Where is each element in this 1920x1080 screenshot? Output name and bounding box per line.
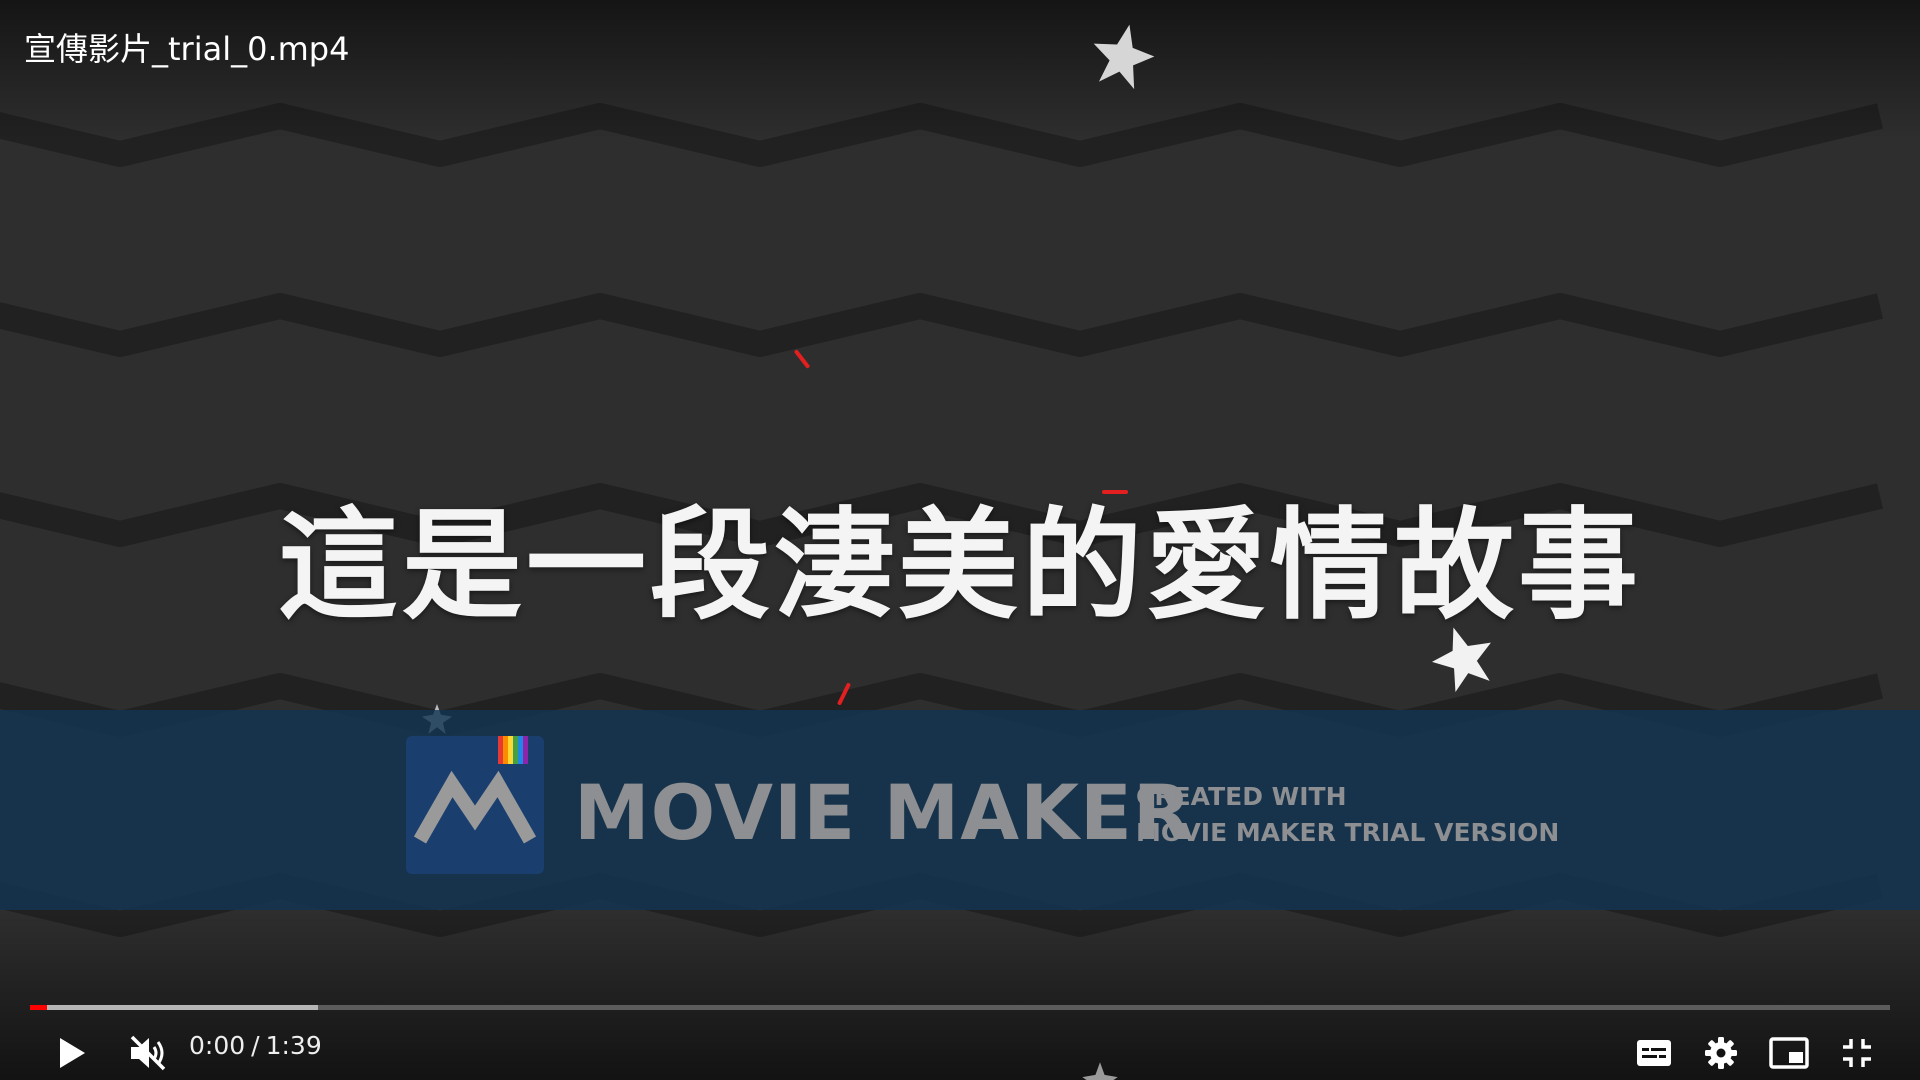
miniplayer-button[interactable] — [1762, 1026, 1816, 1080]
video-title: 宣傳影片_trial_0.mp4 — [24, 30, 350, 68]
progress-buffered — [30, 1005, 319, 1010]
logo-color-stripes — [498, 736, 528, 764]
exit-fullscreen-button[interactable] — [1830, 1026, 1884, 1080]
play-icon — [60, 1038, 85, 1068]
settings-icon — [1705, 1037, 1737, 1069]
watermark-brand: MOVIE MAKER — [574, 768, 1193, 857]
mute-button[interactable] — [121, 1026, 175, 1080]
settings-button[interactable] — [1694, 1026, 1748, 1080]
current-time: 0:00 — [189, 1031, 246, 1060]
mute-icon — [130, 1035, 166, 1071]
miniplayer-icon — [1769, 1037, 1809, 1069]
watermark-line-2: MOVIE MAKER TRIAL VERSION — [1136, 818, 1560, 847]
video-player[interactable]: 宣傳影片_trial_0.mp4 這是一段淒美的愛情故事 MOVIE MAKER… — [0, 0, 1920, 1080]
wave-band — [0, 293, 1884, 357]
progress-bar[interactable] — [30, 1005, 1890, 1010]
progress-played — [30, 1005, 47, 1010]
time-display: 0:00/1:39 — [189, 1031, 322, 1060]
duration: 1:39 — [265, 1031, 322, 1060]
top-gradient — [0, 0, 1920, 140]
time-separator: / — [251, 1031, 260, 1060]
subtitles-icon — [1637, 1040, 1671, 1066]
exit-fullscreen-icon — [1843, 1039, 1871, 1067]
video-subtitle-text: 這是一段淒美的愛情故事 — [278, 497, 1642, 636]
star-icon — [1082, 1062, 1118, 1080]
play-button[interactable] — [45, 1026, 99, 1080]
star-icon — [1093, 24, 1155, 90]
subtitles-button[interactable] — [1627, 1026, 1681, 1080]
watermark-line-1: CREATED WITH — [1136, 782, 1347, 811]
